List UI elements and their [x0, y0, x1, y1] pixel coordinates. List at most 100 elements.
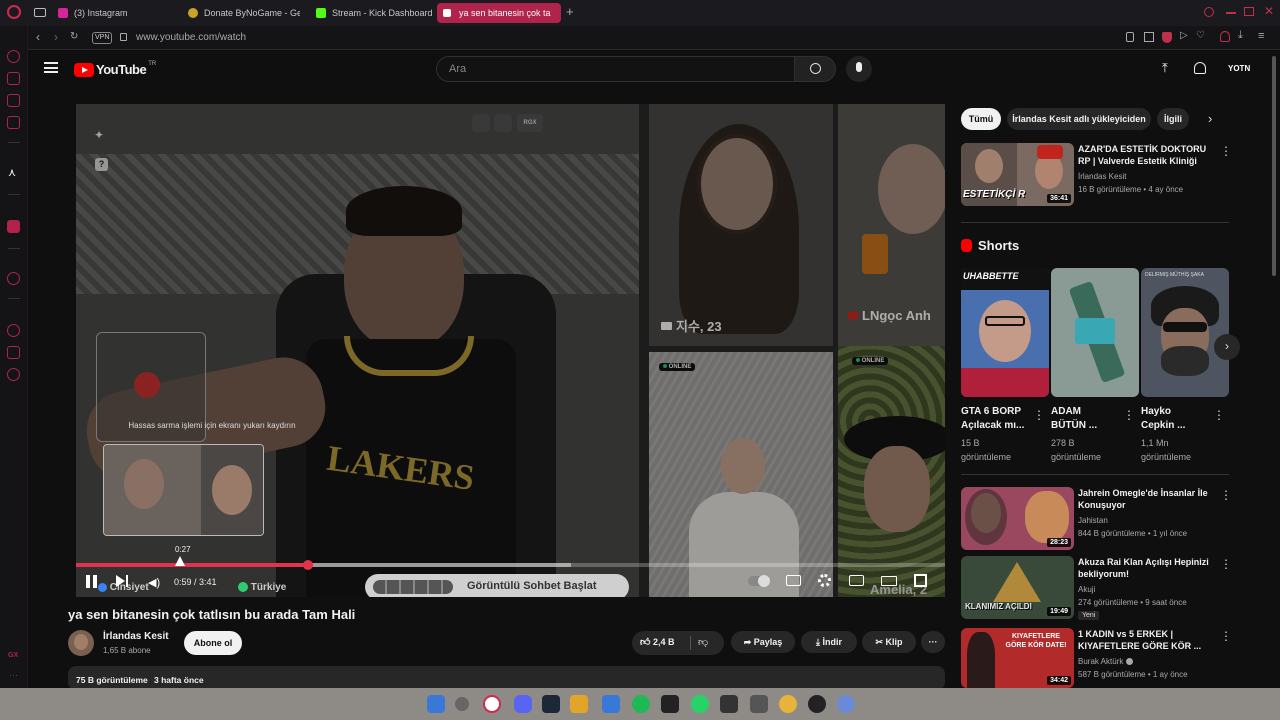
obs-icon[interactable]: [808, 695, 826, 713]
related-title[interactable]: AZAR'DA ESTETİK DOKTORU RP | Valverde Es…: [1078, 143, 1218, 167]
channel-avatar[interactable]: [68, 630, 94, 656]
more-options-icon[interactable]: [1220, 488, 1232, 503]
pin-icon[interactable]: [1126, 32, 1134, 42]
chip-from-uploader[interactable]: İrlandas Kesit adlı yükleyiciden: [1007, 108, 1151, 130]
vpn-badge[interactable]: VPN: [92, 32, 113, 44]
volume-icon[interactable]: ◀): [148, 576, 160, 589]
settings-icon[interactable]: [7, 368, 20, 381]
extensions-icon[interactable]: [7, 346, 20, 359]
more-options-icon[interactable]: [1123, 408, 1135, 423]
epic-games-icon[interactable]: [661, 695, 679, 713]
description-box[interactable]: 75 B görüntüleme 3 hafta önce: [68, 666, 945, 690]
chip-related[interactable]: İlgili: [1157, 108, 1189, 130]
more-options-icon[interactable]: [1220, 629, 1232, 644]
windows-start-icon[interactable]: [427, 695, 445, 713]
related-title[interactable]: Akuza Rai Klan Açılışı Hepinizi bekliyoru…: [1078, 556, 1218, 580]
heart-icon[interactable]: ♡: [1196, 30, 1205, 41]
related-thumbnail[interactable]: KIYAFETLERE GÖRE KÖR DATE! 34:42: [961, 628, 1074, 688]
tab-instagram[interactable]: (3) Instagram: [52, 3, 177, 23]
dislike-button[interactable]: 👎︎: [698, 636, 708, 648]
account-avatar[interactable]: YOTN: [1228, 64, 1250, 73]
app-icon[interactable]: [837, 695, 855, 713]
create-icon[interactable]: ⤒: [1162, 60, 1168, 76]
share-button[interactable]: ➦ Paylaş: [731, 631, 795, 653]
close-window-icon[interactable]: ✕: [1264, 4, 1274, 18]
crypto-wallet-icon[interactable]: [7, 72, 20, 85]
whatsapp-icon[interactable]: [691, 695, 709, 713]
short-title[interactable]: Hayko Cepkin ...: [1141, 406, 1185, 432]
more-options-icon[interactable]: [1033, 408, 1045, 423]
chip-all[interactable]: Tümü: [961, 108, 1001, 130]
history-icon[interactable]: [7, 324, 20, 337]
next-button[interactable]: [116, 575, 125, 587]
opera-logo-icon[interactable]: [7, 5, 21, 19]
chrome-icon[interactable]: [779, 695, 797, 713]
related-channel[interactable]: Burak Aktürk: [1078, 656, 1133, 668]
aria-icon[interactable]: [7, 50, 20, 63]
tab-kick[interactable]: Stream - Kick Dashboard: [310, 3, 432, 23]
store-icon[interactable]: [602, 695, 620, 713]
player-icon[interactable]: [7, 272, 20, 285]
search-button[interactable]: [794, 56, 836, 82]
progress-track[interactable]: [76, 560, 945, 570]
settings-gear-icon[interactable]: [818, 574, 831, 587]
send-icon[interactable]: ▷: [1180, 30, 1188, 41]
youtube-logo[interactable]: YouTube TR: [74, 61, 156, 77]
channel-name[interactable]: İrlandas Kesit: [103, 631, 169, 642]
spotify-icon[interactable]: [632, 695, 650, 713]
profile-icon[interactable]: [1220, 31, 1230, 42]
mail-icon[interactable]: [7, 116, 20, 129]
gx-icon[interactable]: GX: [8, 652, 18, 659]
related-title[interactable]: Jahrein Omegle'de İnsanlar İle Konuşuyor: [1078, 487, 1218, 511]
kick-sidebar-icon[interactable]: ⋏: [8, 166, 16, 179]
short-thumbnail[interactable]: UHABBETTE: [961, 268, 1049, 397]
short-title[interactable]: ADAM BÜTÜN ...: [1051, 406, 1097, 432]
progress-scrubber-handle[interactable]: [303, 560, 314, 570]
snapshot-icon[interactable]: [1144, 32, 1154, 42]
voice-search-button[interactable]: [846, 56, 872, 82]
related-thumbnail[interactable]: ESTETİKÇİ R 36:41: [961, 143, 1074, 206]
more-options-icon[interactable]: [1213, 408, 1225, 423]
download-icon[interactable]: ⤓: [1238, 29, 1243, 42]
autoplay-toggle[interactable]: [748, 575, 770, 587]
related-title[interactable]: 1 KADIN vs 5 ERKEK | KIYAFETLERE GÖRE KÖR…: [1078, 628, 1218, 652]
like-button[interactable]: 👍︎ 2,4 B: [640, 636, 674, 648]
related-channel[interactable]: İrlandas Kesit: [1078, 171, 1126, 183]
forward-icon[interactable]: ›: [54, 30, 58, 44]
notifications-bell-icon[interactable]: [1194, 62, 1206, 74]
opera-gx-taskbar-icon[interactable]: [483, 695, 501, 713]
more-options-icon[interactable]: [1220, 144, 1232, 159]
subtitles-icon[interactable]: [786, 575, 801, 586]
maximize-icon[interactable]: [1244, 7, 1254, 16]
reload-icon[interactable]: ↻: [70, 31, 78, 42]
short-thumbnail[interactable]: [1051, 268, 1139, 397]
short-thumbnail[interactable]: DELIRMIŞ MÜTHİŞ ŞAKA: [1141, 268, 1229, 397]
more-options-icon[interactable]: [1220, 557, 1232, 572]
chips-next-icon[interactable]: ›: [1208, 111, 1212, 126]
steam-icon[interactable]: [542, 695, 560, 713]
more-icon[interactable]: ···: [9, 670, 18, 680]
more-actions-button[interactable]: ···: [921, 631, 945, 653]
fullscreen-icon[interactable]: [914, 574, 927, 587]
app-icon[interactable]: [750, 695, 768, 713]
pause-button[interactable]: [86, 575, 98, 588]
tab-youtube-active[interactable]: ya sen bitanesin çok ta: [437, 3, 561, 23]
miniplayer-icon[interactable]: [849, 575, 864, 586]
video-player[interactable]: LAKERS ✦ ? RGX 지수, 23 LNgọc Anh ONLINE O…: [76, 104, 945, 597]
related-channel[interactable]: Akuji: [1078, 584, 1095, 596]
search-input[interactable]: Ara: [436, 56, 796, 82]
related-thumbnail[interactable]: KLANIMIZ AÇILDI 19:49: [961, 556, 1074, 619]
search-tabs-icon[interactable]: [1204, 7, 1214, 17]
clip-button[interactable]: ✂ Klip: [862, 631, 916, 653]
minimize-icon[interactable]: [1226, 12, 1236, 14]
tab-bynogame[interactable]: Donate ByNoGame - Gelen: [182, 3, 300, 23]
page-scrollbar[interactable]: [1272, 56, 1276, 276]
tab-switcher-icon[interactable]: [34, 8, 46, 17]
related-channel[interactable]: Jahistan: [1078, 515, 1108, 527]
theater-mode-icon[interactable]: [881, 576, 897, 586]
file-explorer-icon[interactable]: [570, 695, 588, 713]
twitch-icon[interactable]: [7, 220, 20, 233]
related-thumbnail[interactable]: 28:23: [961, 487, 1074, 550]
subscribe-button[interactable]: Abone ol: [184, 631, 242, 655]
messenger-icon[interactable]: [7, 94, 20, 107]
